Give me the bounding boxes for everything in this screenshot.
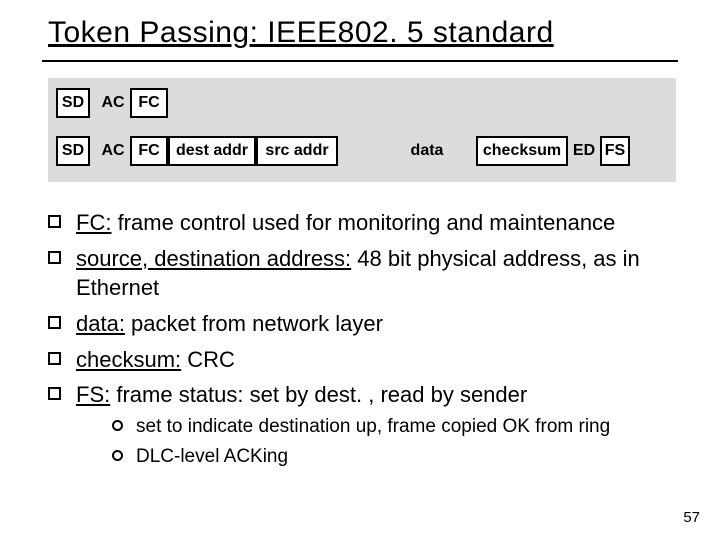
content-area: FC: frame control used for monitoring an…: [48, 208, 676, 475]
page-title: Token Passing: IEEE802. 5 standard: [48, 16, 554, 50]
field-ac: AC: [96, 88, 130, 118]
field-ac: AC: [96, 136, 130, 166]
field-sd: SD: [56, 88, 90, 118]
field-ed: ED: [568, 136, 600, 166]
bullet-lead: FS:: [76, 382, 110, 407]
field-fc: FC: [130, 136, 168, 166]
list-item: DLC-level ACKing: [112, 444, 676, 470]
title-underline-rule: [42, 60, 678, 62]
list-item: FS: frame status: set by dest. , read by…: [48, 380, 676, 469]
bullet-text: frame status: set by dest. , read by sen…: [110, 382, 527, 407]
bullet-list: FC: frame control used for monitoring an…: [48, 208, 676, 469]
list-item: FC: frame control used for monitoring an…: [48, 208, 676, 238]
data-frame-row: SD AC FC dest addr src addr data checksu…: [56, 136, 630, 166]
spacer: [458, 136, 476, 166]
field-data: data: [396, 136, 458, 166]
bullet-text: CRC: [181, 347, 235, 372]
page-number: 57: [683, 509, 700, 526]
list-item: set to indicate destination up, frame co…: [112, 414, 676, 440]
list-item: data: packet from network layer: [48, 309, 676, 339]
field-checksum: checksum: [476, 136, 568, 166]
slide: Token Passing: IEEE802. 5 standard SD AC…: [0, 0, 720, 540]
frame-diagram: SD AC FC SD AC FC dest addr src addr dat…: [48, 78, 676, 182]
field-sd: SD: [56, 136, 90, 166]
bullet-text: packet from network layer: [125, 311, 383, 336]
token-frame-row: SD AC FC: [56, 88, 168, 118]
field-src-addr: src addr: [256, 136, 338, 166]
bullet-lead: source, destination address:: [76, 246, 351, 271]
field-dest-addr: dest addr: [168, 136, 256, 166]
list-item: source, destination address: 48 bit phys…: [48, 244, 676, 303]
spacer: [338, 136, 396, 166]
bullet-lead: data:: [76, 311, 125, 336]
field-fs: FS: [600, 136, 630, 166]
field-fc: FC: [130, 88, 168, 118]
list-item: checksum: CRC: [48, 345, 676, 375]
sub-bullet-list: set to indicate destination up, frame co…: [76, 414, 676, 469]
bullet-lead: checksum:: [76, 347, 181, 372]
bullet-text: frame control used for monitoring and ma…: [111, 210, 615, 235]
bullet-lead: FC:: [76, 210, 111, 235]
